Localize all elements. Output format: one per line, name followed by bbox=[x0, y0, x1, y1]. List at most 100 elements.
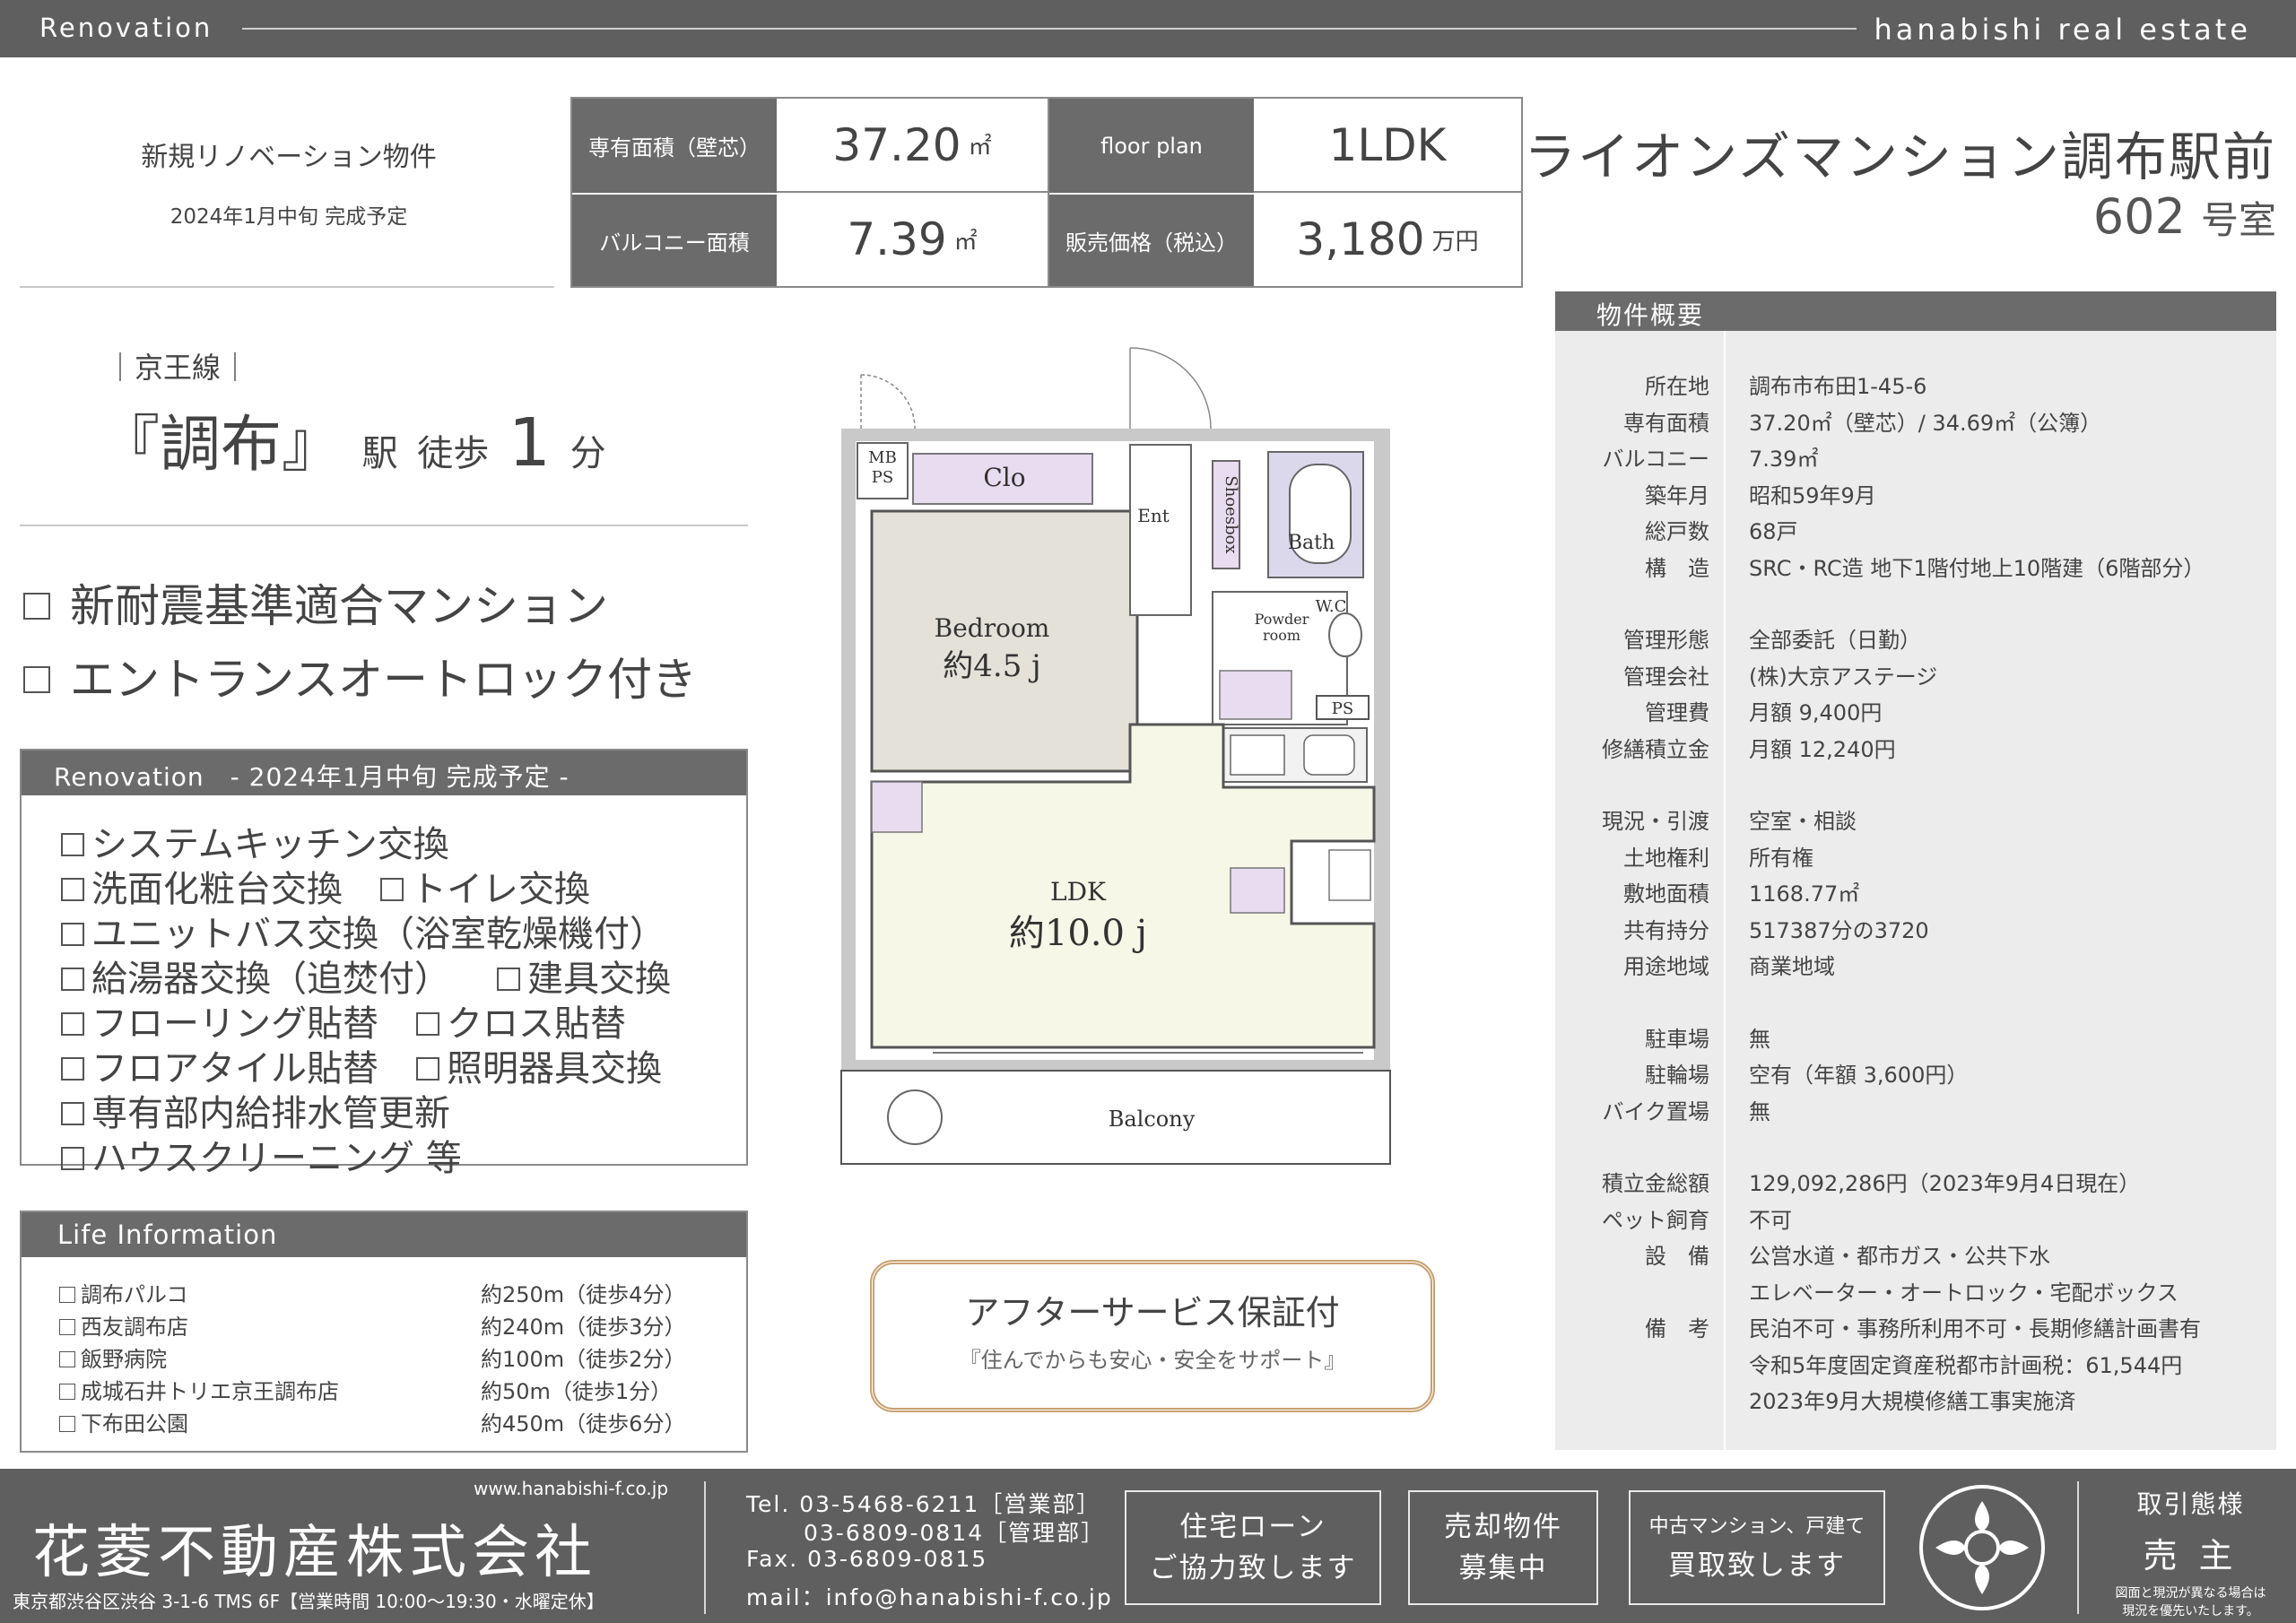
area-value-cell: 37.20 ㎡ bbox=[777, 99, 1049, 193]
entrance-door-swing bbox=[860, 374, 916, 430]
renovation-label: 照明器具交換 bbox=[447, 1048, 662, 1089]
station-suffix: 駅 bbox=[361, 433, 398, 474]
life-item-distance: 約240m（徒歩3分） bbox=[481, 1315, 686, 1340]
summary-key: 構 造 bbox=[1645, 555, 1709, 581]
area-label: 専有面積（壁芯） bbox=[572, 99, 777, 193]
checkbox-icon bbox=[23, 593, 50, 620]
summary-key: 積立金総額 bbox=[1602, 1171, 1709, 1196]
summary-value: 昭和59年9月 bbox=[1749, 482, 1876, 508]
station-name: 調布 bbox=[160, 410, 283, 481]
room-number-line: 602 号室 bbox=[2093, 188, 2276, 245]
life-item-distance: 約100m（徒歩2分） bbox=[481, 1347, 686, 1372]
front-door-swing bbox=[1129, 347, 1212, 430]
summary-header: 物件概要 bbox=[1555, 291, 2276, 331]
life-name: 調布パルコ bbox=[81, 1282, 188, 1307]
loan-line-2: ご協力致します bbox=[1149, 1552, 1357, 1584]
footer-divider bbox=[704, 1481, 706, 1614]
summary-value: 空有（年額 3,600円） bbox=[1749, 1063, 1969, 1088]
bracket-open: 『 bbox=[99, 410, 161, 481]
summary-value: 不可 bbox=[1749, 1207, 1792, 1233]
price-label: 販売価格（税込） bbox=[1049, 193, 1254, 286]
tel-management: 03-6809-0814［管理部］ bbox=[804, 1520, 1106, 1546]
summary-key: 敷地面積 bbox=[1623, 881, 1709, 907]
life-item-distance: 約250m（徒歩4分） bbox=[481, 1282, 686, 1307]
checkbox-icon bbox=[59, 1287, 75, 1303]
sink bbox=[1303, 734, 1355, 776]
checkbox-icon bbox=[23, 666, 50, 693]
summary-value: 月額 9,400円 bbox=[1749, 700, 1883, 725]
summary-value: 空室・相談 bbox=[1749, 809, 1857, 834]
powder-label-2: room bbox=[1263, 627, 1300, 644]
area-unit: ㎡ bbox=[968, 134, 992, 161]
footer-divider bbox=[2077, 1481, 2079, 1614]
life-item-name: 飯野病院 bbox=[59, 1341, 167, 1373]
room-unit: 号室 bbox=[2200, 198, 2276, 242]
room-number: 602 bbox=[2092, 188, 2186, 245]
summary-value: 2023年9月大規模修繕工事実施済 bbox=[1749, 1389, 2076, 1414]
header-brand: hanabishi real estate bbox=[1874, 13, 2251, 47]
summary-key: 管理形態 bbox=[1623, 628, 1709, 653]
renovation-label: ハウスクリーニング 等 bbox=[91, 1138, 462, 1179]
checkbox-icon bbox=[497, 968, 520, 991]
summary-column-divider bbox=[1724, 331, 1726, 1450]
summary-key: ペット飼育 bbox=[1602, 1207, 1709, 1233]
checkbox-icon bbox=[61, 923, 84, 946]
summary-key: 所在地 bbox=[1645, 374, 1709, 399]
summary-value: 商業地域 bbox=[1749, 954, 1835, 979]
company-address: 東京都渋谷区渋谷 3-1-6 TMS 6F【営業時間 10:00～19:30・水… bbox=[13, 1591, 604, 1612]
checkbox-icon bbox=[416, 1012, 439, 1036]
company-url[interactable]: www.hanabishi-f.co.jp bbox=[474, 1478, 668, 1499]
entrance-area bbox=[1129, 444, 1192, 616]
checkbox-icon bbox=[59, 1351, 75, 1367]
sell-line-1: 売却物件 bbox=[1444, 1511, 1562, 1543]
station-access: 『調布』 駅 徒歩 1 分 bbox=[99, 395, 606, 483]
renovation-box: Renovation - 2024年1月中旬 完成予定 - システムキッチン交換… bbox=[20, 749, 748, 1179]
spec-table: 専有面積（壁芯） 37.20 ㎡ floor plan 1LDK バルコニー面積 … bbox=[570, 97, 1523, 288]
checkbox-icon bbox=[61, 1012, 84, 1036]
toilet bbox=[1328, 612, 1362, 657]
summary-value: 129,092,286円（2023年9月4日現在） bbox=[1749, 1171, 2141, 1196]
life-name: 成城石井トリエ京王調布店 bbox=[81, 1379, 339, 1404]
life-item-name: 下布田公園 bbox=[59, 1406, 188, 1437]
life-name: 下布田公園 bbox=[81, 1411, 188, 1436]
summary-key: バイク置場 bbox=[1602, 1098, 1709, 1124]
footer: www.hanabishi-f.co.jp 花菱不動産株式会社 東京都渋谷区渋谷… bbox=[0, 1469, 2296, 1623]
feature-label: エントランスオートロック付き bbox=[70, 654, 697, 706]
balcony-vent-icon bbox=[887, 1089, 943, 1145]
balcony-value: 7.39 bbox=[847, 213, 947, 265]
checkbox-icon bbox=[61, 833, 84, 856]
fridge-space bbox=[1230, 867, 1285, 914]
divider bbox=[20, 286, 554, 288]
walk-label: 徒歩 bbox=[417, 433, 490, 474]
summary-key: 修繕積立金 bbox=[1602, 736, 1709, 762]
completion-date: 2024年1月中旬 完成予定 bbox=[170, 205, 408, 229]
walk-minutes: 1 bbox=[508, 404, 552, 482]
summary-key: 管理会社 bbox=[1623, 664, 1709, 690]
buyback-badge: 中古マンション、戸建て 買取致します bbox=[1629, 1490, 1885, 1605]
checkbox-icon bbox=[59, 1319, 75, 1335]
bath-label: Bath bbox=[1288, 532, 1335, 554]
sell-line-2: 募集中 bbox=[1458, 1552, 1548, 1584]
train-line: ｜京王線｜ bbox=[106, 351, 250, 385]
entrance-label: Ent bbox=[1137, 505, 1170, 526]
life-item-name: 成城石井トリエ京王調布店 bbox=[59, 1374, 339, 1405]
checkbox-icon bbox=[59, 1384, 75, 1400]
vanity bbox=[1219, 670, 1292, 720]
checkbox-icon bbox=[61, 1102, 84, 1125]
wc-label: W.C bbox=[1316, 597, 1347, 616]
bedroom-label: Bedroom bbox=[935, 613, 1050, 643]
summary-value: 37.20㎡（壁芯）/ 34.69㎡（公簿） bbox=[1749, 410, 2102, 436]
life-item-distance: 約450m（徒歩6分） bbox=[481, 1411, 686, 1436]
hanabishi-crest-icon bbox=[1919, 1485, 2045, 1610]
checkbox-icon bbox=[61, 968, 84, 991]
summary-key: 専有面積 bbox=[1623, 410, 1709, 436]
summary-value: 民泊不可・事務所利用不可・長期修繕計画書有 bbox=[1749, 1316, 2201, 1341]
price-value-cell: 3,180 万円 bbox=[1254, 193, 1521, 286]
summary-value: エレベーター・オートロック・宅配ボックス bbox=[1749, 1280, 2179, 1306]
balcony-unit: ㎡ bbox=[953, 228, 978, 256]
header-left-label: Renovation bbox=[39, 13, 213, 43]
renovation-header: Renovation - 2024年1月中旬 完成予定 - bbox=[22, 751, 746, 795]
mail-address[interactable]: mail：info@hanabishi-f.co.jp bbox=[746, 1580, 1113, 1612]
summary-key: 共有持分 bbox=[1623, 917, 1709, 943]
header-bar: Renovation hanabishi real estate bbox=[0, 0, 2296, 57]
